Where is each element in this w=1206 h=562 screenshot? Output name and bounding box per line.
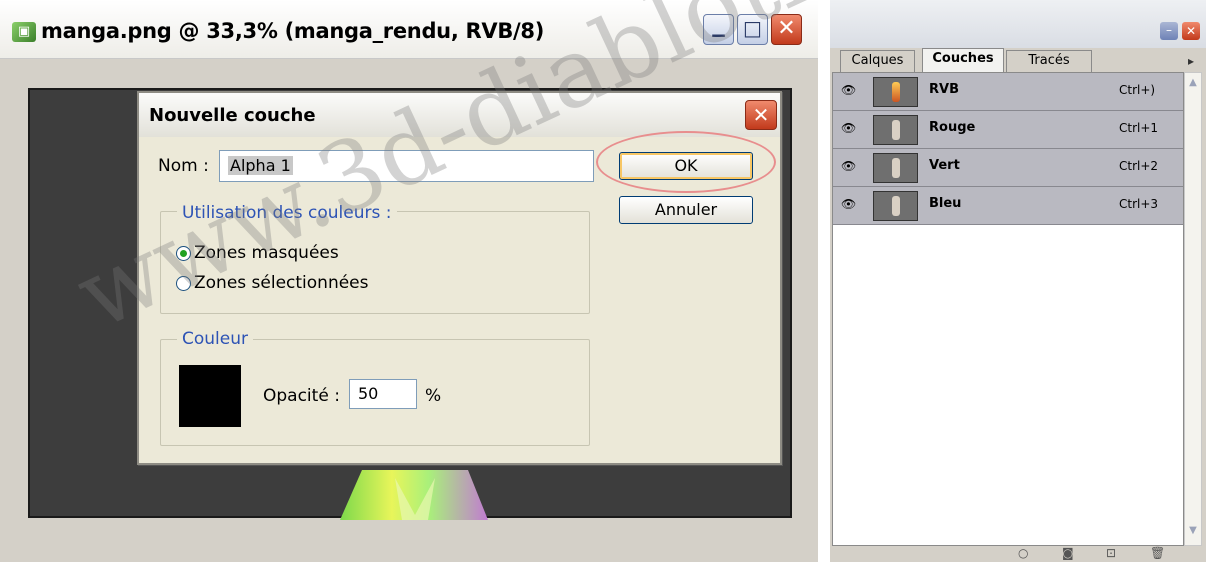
channel-shortcut: Ctrl+3: [1119, 197, 1159, 211]
eye-icon[interactable]: 👁: [841, 197, 856, 211]
close-icon: ✕: [777, 16, 796, 41]
channel-shortcut: Ctrl+2: [1119, 159, 1159, 173]
close-icon: ✕: [1185, 24, 1197, 38]
minimize-button[interactable]: ▁: [703, 14, 734, 45]
manga-artwork-image: [340, 470, 488, 520]
dialog-title: Nouvelle couche: [149, 105, 316, 126]
name-field[interactable]: Alpha 1: [219, 150, 594, 182]
close-icon: ✕: [752, 103, 770, 127]
channel-row-red[interactable]: 👁 Rouge Ctrl+1: [833, 111, 1183, 149]
channel-scrollbar[interactable]: ▲ ▼: [1184, 72, 1202, 546]
eye-icon[interactable]: 👁: [841, 159, 856, 173]
masked-areas-label[interactable]: Zones masquées: [194, 243, 339, 263]
tab-paths[interactable]: Tracés: [1006, 50, 1092, 72]
masked-areas-radio[interactable]: [176, 246, 191, 261]
channel-name: RVB: [929, 82, 959, 97]
new-channel-dialog: Nouvelle couche ✕ Nom : Alpha 1 OK Annul…: [137, 91, 782, 465]
eye-icon[interactable]: 👁: [841, 121, 856, 135]
channel-as-selection-icon[interactable]: ○: [1018, 546, 1028, 560]
tab-layers[interactable]: Calques: [840, 50, 915, 72]
channel-name: Rouge: [929, 120, 976, 135]
save-selection-icon[interactable]: ◙: [1062, 546, 1074, 560]
channel-name: Bleu: [929, 196, 962, 211]
channel-row-blue[interactable]: 👁 Bleu Ctrl+3: [833, 187, 1183, 225]
image-file-icon: ▣: [12, 22, 36, 42]
channel-row-rgb[interactable]: 👁 RVB Ctrl+): [833, 73, 1183, 111]
scroll-down-icon[interactable]: ▼: [1185, 525, 1201, 536]
channel-thumbnail: [873, 191, 918, 221]
name-field-value: Alpha 1: [228, 156, 293, 175]
panel-minimize-button[interactable]: –: [1160, 22, 1178, 40]
dialog-close-button[interactable]: ✕: [745, 100, 777, 130]
eye-icon[interactable]: 👁: [841, 83, 856, 97]
panel-close-button[interactable]: ✕: [1182, 22, 1200, 40]
channel-shortcut: Ctrl+): [1119, 83, 1156, 97]
channel-name: Vert: [929, 158, 960, 173]
document-title-bar[interactable]: ▣ manga.png @ 33,3% (manga_rendu, RVB/8)…: [0, 0, 818, 59]
document-title: manga.png @ 33,3% (manga_rendu, RVB/8): [41, 19, 545, 43]
new-channel-icon[interactable]: ⊡: [1106, 546, 1116, 560]
opacity-field[interactable]: 50: [349, 379, 417, 409]
channel-thumbnail: [873, 77, 918, 107]
channel-thumbnail: [873, 153, 918, 183]
channel-thumbnail: [873, 115, 918, 145]
panel-title-bar[interactable]: – ✕: [830, 0, 1206, 48]
selected-areas-radio[interactable]: [176, 276, 191, 291]
minimize-icon: ▁: [712, 18, 725, 37]
panel-footer: ○ ◙ ⊡ 🗑: [830, 546, 1206, 562]
delete-channel-icon[interactable]: 🗑: [1150, 546, 1165, 560]
cancel-button[interactable]: Annuler: [619, 196, 753, 224]
channel-list: 👁 RVB Ctrl+) 👁 Rouge Ctrl+1 👁 Vert Ctrl+…: [832, 72, 1184, 546]
minimize-icon: –: [1166, 23, 1172, 37]
scroll-up-icon[interactable]: ▲: [1185, 77, 1201, 88]
color-swatch[interactable]: [179, 365, 241, 427]
maximize-button[interactable]: □: [737, 14, 768, 45]
selected-areas-label[interactable]: Zones sélectionnées: [194, 273, 369, 293]
window-gap: [818, 0, 830, 562]
opacity-unit: %: [425, 386, 442, 406]
close-window-button[interactable]: ✕: [771, 14, 802, 45]
channels-panel: – ✕ Calques Couches Tracés ▸ 👁 RVB Ctrl+…: [830, 0, 1206, 562]
color-usage-legend: Utilisation des couleurs :: [177, 203, 397, 223]
ok-highlight-circle: [596, 131, 776, 193]
tab-channels[interactable]: Couches: [922, 48, 1004, 72]
panel-menu-icon[interactable]: ▸: [1188, 54, 1194, 68]
color-legend: Couleur: [177, 329, 253, 349]
maximize-icon: □: [743, 16, 762, 40]
channel-shortcut: Ctrl+1: [1119, 121, 1159, 135]
name-label: Nom :: [158, 156, 209, 176]
opacity-label: Opacité :: [263, 386, 340, 406]
channel-row-green[interactable]: 👁 Vert Ctrl+2: [833, 149, 1183, 187]
